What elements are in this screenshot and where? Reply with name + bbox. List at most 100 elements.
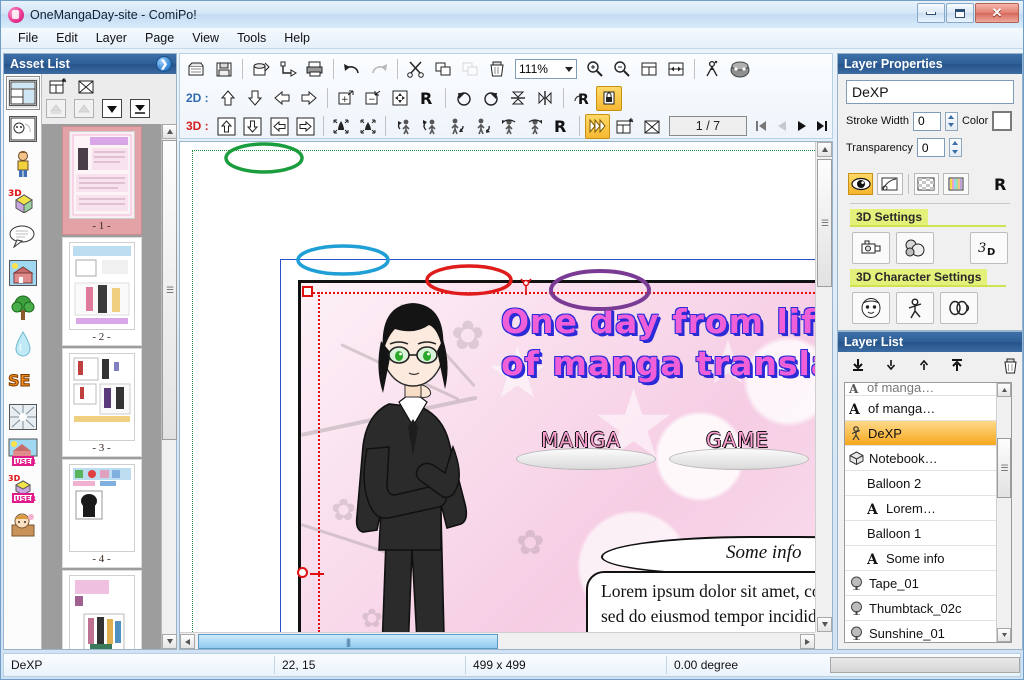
balloon-body-text[interactable]: Lorem ipsum dolor sit amet, consectetur …: [601, 579, 815, 632]
menu-help[interactable]: Help: [275, 28, 319, 48]
asset-category-character-2d[interactable]: [6, 148, 40, 182]
list-item[interactable]: - 2 -: [61, 237, 142, 346]
zoom-in-3d-icon[interactable]: [329, 114, 354, 139]
flip-vertical-icon[interactable]: [505, 86, 531, 111]
material-icon[interactable]: [896, 232, 934, 264]
delete-icon[interactable]: [484, 57, 510, 82]
asset-category-scene-background[interactable]: [6, 256, 40, 290]
menu-page[interactable]: Page: [136, 28, 183, 48]
reset-3d-icon[interactable]: R: [548, 114, 573, 139]
scroll-up-button[interactable]: [997, 383, 1011, 397]
mask-icon[interactable]: [877, 173, 903, 195]
scroll-down-button[interactable]: [817, 617, 832, 632]
move-left-icon[interactable]: [269, 86, 295, 111]
asset-category-3d-model[interactable]: 3D: [6, 184, 40, 218]
move-to-top-icon[interactable]: [947, 356, 967, 375]
asset-category-sound-effect[interactable]: SE: [6, 364, 40, 398]
camera-icon[interactable]: [852, 232, 890, 264]
scroll-down-button[interactable]: [162, 634, 177, 649]
list-item[interactable]: - 4 -: [61, 459, 142, 568]
fit-width-icon[interactable]: [663, 57, 689, 82]
canvas-vertical-scrollbar[interactable]: ☰: [815, 142, 832, 632]
cut-icon[interactable]: [403, 57, 429, 82]
turn-right-icon[interactable]: [470, 114, 495, 139]
resize-handle-bottom-left[interactable]: [297, 567, 324, 578]
table-row[interactable]: Balloon 1: [845, 521, 996, 546]
asset-category-page-layout[interactable]: [5, 76, 40, 110]
spin-right-icon[interactable]: [522, 114, 547, 139]
rotate-cw-icon[interactable]: [478, 86, 504, 111]
table-row[interactable]: A of manga…: [845, 383, 996, 396]
menu-view[interactable]: View: [183, 28, 228, 48]
print-icon[interactable]: [302, 57, 328, 82]
comic-panel[interactable]: ★ ★ ★ ✿ ✿ ✿ ✿ One day from life of manga…: [298, 280, 815, 632]
face-icon[interactable]: [852, 292, 890, 324]
turn-left-icon[interactable]: [444, 114, 469, 139]
zoom-in-icon[interactable]: [582, 57, 608, 82]
resize-handle-top-left[interactable]: [302, 286, 313, 297]
scroll-up-button[interactable]: [817, 142, 832, 157]
rotate-handle[interactable]: [518, 277, 532, 295]
stroke-width-stepper[interactable]: [944, 111, 958, 131]
table-row[interactable]: Thumbtack_02c: [845, 596, 996, 621]
move-down-icon[interactable]: [102, 99, 122, 118]
move-to-bottom-icon[interactable]: [848, 356, 868, 375]
first-page-icon[interactable]: [752, 116, 771, 136]
table-row[interactable]: A Some info: [845, 546, 996, 571]
asset-category-user-3d-model[interactable]: 3D USER: [6, 472, 40, 506]
scroll-down-button[interactable]: [997, 628, 1011, 642]
zoom-out-3d-icon[interactable]: [355, 114, 380, 139]
rotate-left-body-icon[interactable]: [391, 114, 416, 139]
list-item[interactable]: - 1 -: [61, 126, 142, 235]
character-dexp[interactable]: [329, 299, 499, 632]
scroll-left-button[interactable]: [180, 634, 195, 649]
delete-layer-icon[interactable]: [1000, 356, 1020, 375]
table-row[interactable]: Sunshine_01: [845, 621, 996, 642]
list-item[interactable]: - 3 -: [61, 348, 142, 457]
zoom-dropdown[interactable]: 111%: [515, 59, 577, 79]
asset-list-scrollbar[interactable]: ☰: [161, 124, 177, 649]
move-right-icon[interactable]: [293, 114, 318, 139]
comic-title[interactable]: One day from lifeof manga translator: [501, 301, 815, 385]
table-row[interactable]: A of manga…: [845, 396, 996, 421]
scale-up-icon[interactable]: +: [333, 86, 359, 111]
rotate-ccw-icon[interactable]: [451, 86, 477, 111]
chevron-right-circle-icon[interactable]: ❯: [156, 56, 172, 72]
3d-view-icon[interactable]: 3D: [970, 232, 1008, 264]
asset-category-background-art[interactable]: [6, 112, 40, 146]
canvas-area[interactable]: ★ ★ ★ ✿ ✿ ✿ ✿ One day from life of manga…: [179, 141, 833, 650]
balloon-heading-text[interactable]: Some info: [726, 542, 801, 564]
free-transform-icon[interactable]: [387, 86, 413, 111]
checker-icon[interactable]: [913, 173, 940, 195]
maximize-button[interactable]: [946, 3, 974, 23]
move-to-bottom-icon[interactable]: [130, 99, 150, 118]
lock-icon[interactable]: [596, 85, 622, 111]
layer-list[interactable]: A of manga… A of manga… DeXP Notebook… B…: [844, 382, 1012, 643]
zoom-out-icon[interactable]: [609, 57, 635, 82]
menu-file[interactable]: File: [9, 28, 47, 48]
close-button[interactable]: ✕: [975, 3, 1019, 23]
undo-icon[interactable]: [339, 57, 365, 82]
next-page-icon[interactable]: [792, 116, 811, 136]
move-left-icon[interactable]: [266, 114, 291, 139]
transparency-input[interactable]: 0: [916, 138, 945, 157]
asset-category-flash-effect[interactable]: [6, 400, 40, 434]
clear-panel-icon[interactable]: [639, 114, 664, 139]
reset-icon[interactable]: R: [414, 86, 440, 111]
face-icon[interactable]: [727, 57, 753, 82]
move-down-icon[interactable]: [881, 356, 901, 375]
menu-layer[interactable]: Layer: [87, 28, 136, 48]
table-row[interactable]: A Lorem…: [845, 496, 996, 521]
asset-category-speech-balloon[interactable]: [6, 220, 40, 254]
scale-down-icon[interactable]: −: [360, 86, 386, 111]
table-row[interactable]: Tape_01: [845, 571, 996, 596]
asset-category-item-tree[interactable]: [6, 292, 40, 326]
menu-tools[interactable]: Tools: [228, 28, 275, 48]
rotate-right-body-icon[interactable]: [417, 114, 442, 139]
save-icon[interactable]: [211, 57, 237, 82]
scroll-thumb[interactable]: |||: [198, 634, 498, 649]
scroll-thumb[interactable]: ☰: [162, 140, 177, 440]
menu-edit[interactable]: Edit: [47, 28, 87, 48]
last-page-icon[interactable]: [813, 116, 832, 136]
eye-icon[interactable]: [848, 173, 874, 195]
